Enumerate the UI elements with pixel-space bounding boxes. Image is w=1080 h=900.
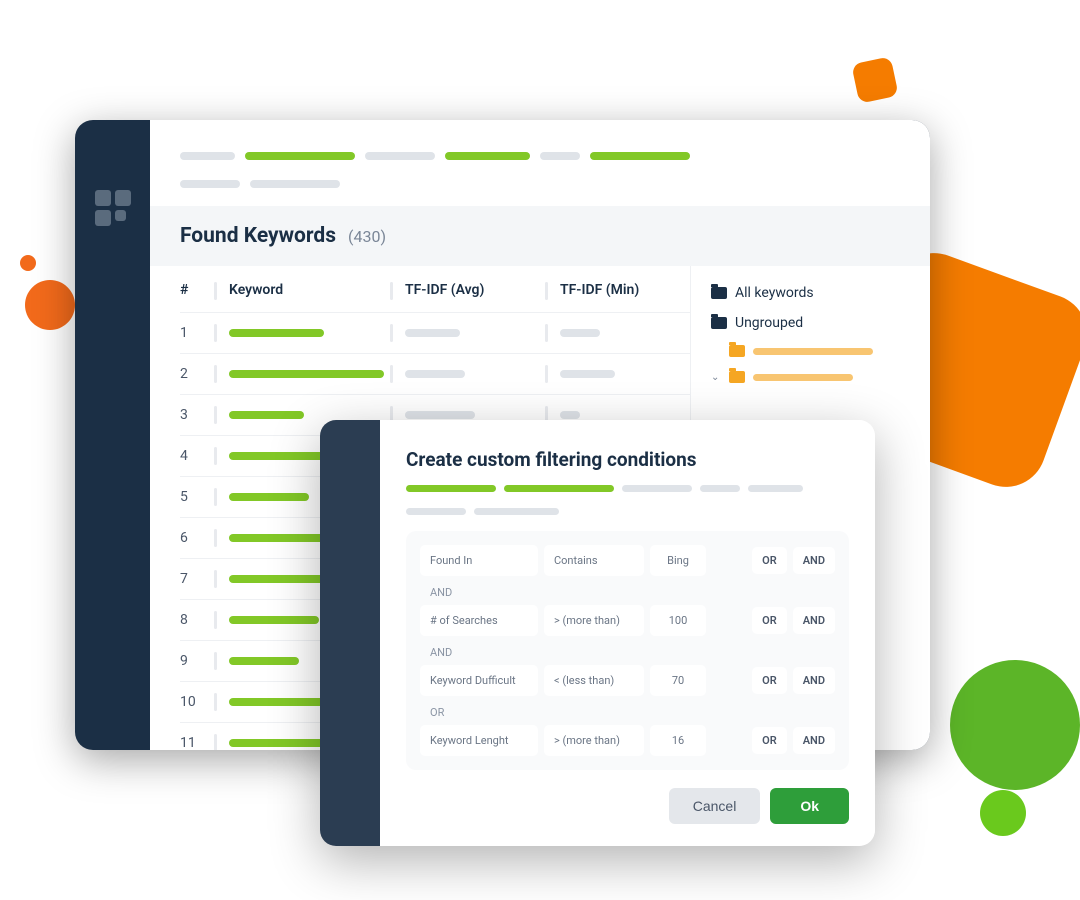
condition-operator[interactable]: > (more than) <box>544 605 644 636</box>
group-item[interactable] <box>711 338 900 364</box>
condition-row: Keyword Lenght> (more than)16 ORAND <box>420 725 835 756</box>
filter-modal: Create custom filtering conditions Found… <box>320 420 875 846</box>
row-index: 8 <box>180 612 214 628</box>
group-all-keywords[interactable]: All keywords <box>711 278 900 308</box>
condition-row: # of Searches> (more than)100 ORAND <box>420 605 835 636</box>
row-index: 4 <box>180 448 214 464</box>
condition-value[interactable]: 100 <box>650 605 706 636</box>
keyword-bar <box>229 739 324 747</box>
row-index: 7 <box>180 571 214 587</box>
sidebar <box>75 120 150 750</box>
keyword-bar <box>229 329 324 337</box>
condition-operator[interactable]: < (less than) <box>544 665 644 696</box>
or-button[interactable]: OR <box>752 727 787 754</box>
and-button[interactable]: AND <box>793 547 835 574</box>
folder-icon <box>711 287 727 299</box>
metric-bar <box>405 329 460 337</box>
table-header: # Keyword TF-IDF (Avg) TF-IDF (Min) <box>180 266 690 313</box>
breadcrumb <box>150 152 930 206</box>
metric-bar <box>405 370 465 378</box>
row-index: 11 <box>180 735 214 750</box>
metric-bar <box>405 411 475 419</box>
folder-icon <box>711 317 727 329</box>
row-index: 10 <box>180 694 214 710</box>
col-keyword[interactable]: Keyword <box>229 282 390 300</box>
metric-bar <box>560 329 600 337</box>
condition-operator[interactable]: > (more than) <box>544 725 644 756</box>
condition-field[interactable]: Keyword Lenght <box>420 725 538 756</box>
and-button[interactable]: AND <box>793 667 835 694</box>
condition-field[interactable]: Found In <box>420 545 538 576</box>
and-button[interactable]: AND <box>793 727 835 754</box>
modal-title: Create custom filtering conditions <box>406 448 849 471</box>
row-index: 5 <box>180 489 214 505</box>
folder-icon <box>729 345 745 357</box>
condition-field[interactable]: Keyword Dufficult <box>420 665 538 696</box>
section-title-row: Found Keywords (430) <box>150 206 930 266</box>
or-button[interactable]: OR <box>752 607 787 634</box>
group-ungrouped[interactable]: Ungrouped <box>711 308 900 338</box>
keyword-bar <box>229 493 309 501</box>
decoration <box>950 660 1080 790</box>
modal-sidebar <box>320 420 380 846</box>
keyword-bar <box>229 698 334 706</box>
group-label-placeholder <box>753 374 853 381</box>
modal-subtitle-placeholder <box>406 485 849 515</box>
condition-row: Keyword Dufficult< (less than)70 ORAND <box>420 665 835 696</box>
col-tfidf-min[interactable]: TF-IDF (Min) <box>560 282 690 300</box>
condition-value[interactable]: 16 <box>650 725 706 756</box>
condition-row: Found InContainsBing ORAND <box>420 545 835 576</box>
decoration <box>980 790 1026 836</box>
keyword-bar <box>229 411 304 419</box>
conditions-list: Found InContainsBingORANDAND# of Searche… <box>406 531 849 770</box>
col-index: # <box>180 282 214 300</box>
condition-operator[interactable]: Contains <box>544 545 644 576</box>
ok-button[interactable]: Ok <box>770 788 849 824</box>
table-row[interactable]: 1 <box>180 313 690 354</box>
keyword-bar <box>229 370 384 378</box>
table-row[interactable]: 2 <box>180 354 690 395</box>
keyword-bar <box>229 616 319 624</box>
section-title: Found Keywords <box>180 224 336 248</box>
row-index: 9 <box>180 653 214 669</box>
col-tfidf-avg[interactable]: TF-IDF (Avg) <box>405 282 545 300</box>
row-index: 1 <box>180 325 214 341</box>
metric-bar <box>560 411 580 419</box>
decoration <box>851 56 898 103</box>
decoration <box>20 255 36 271</box>
folder-icon <box>729 371 745 383</box>
or-button[interactable]: OR <box>752 667 787 694</box>
group-label-placeholder <box>753 348 873 355</box>
metric-bar <box>560 370 615 378</box>
row-index: 3 <box>180 407 214 423</box>
row-index: 6 <box>180 530 214 546</box>
and-button[interactable]: AND <box>793 607 835 634</box>
join-operator: OR <box>420 702 835 725</box>
join-operator: AND <box>420 582 835 605</box>
group-item[interactable]: ⌄ <box>711 364 900 390</box>
keyword-bar <box>229 534 329 542</box>
keyword-bar <box>229 657 299 665</box>
condition-value[interactable]: Bing <box>650 545 706 576</box>
condition-value[interactable]: 70 <box>650 665 706 696</box>
dashboard-icon[interactable] <box>95 190 131 226</box>
join-operator: AND <box>420 642 835 665</box>
chevron-down-icon[interactable]: ⌄ <box>711 372 721 383</box>
keyword-count: (430) <box>348 227 386 246</box>
or-button[interactable]: OR <box>752 547 787 574</box>
decoration <box>25 280 75 330</box>
cancel-button[interactable]: Cancel <box>669 788 761 824</box>
row-index: 2 <box>180 366 214 382</box>
condition-field[interactable]: # of Searches <box>420 605 538 636</box>
